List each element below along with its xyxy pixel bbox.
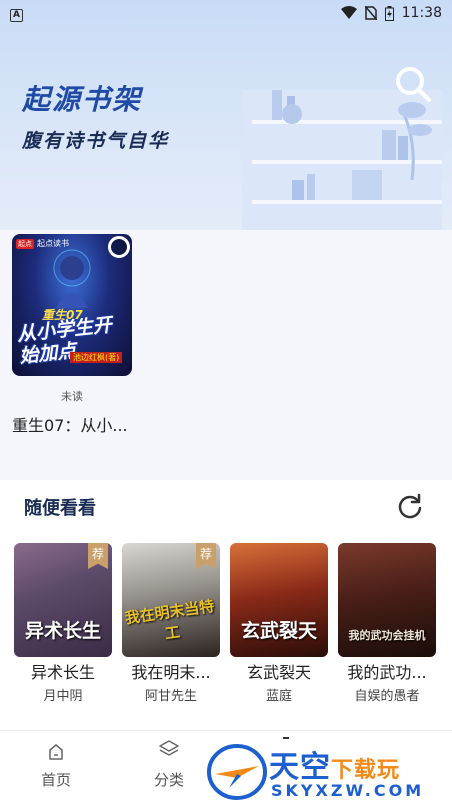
battery-icon (384, 5, 394, 21)
nav-label: 分类 (153, 771, 184, 789)
recommendation-title: 我在明末... (131, 663, 211, 682)
cover-title: 异术长生 (24, 620, 101, 642)
refresh-button[interactable] (396, 492, 424, 520)
watermark-logo: 天空下载玩 SKYXZW.COM (207, 738, 452, 803)
recommendation-cover: 荐 我在明末当特工 (122, 543, 220, 657)
no-sim-icon (364, 6, 377, 20)
recommendation-item[interactable]: 荐 异术长生 异术长生 月中阴 (14, 543, 112, 704)
cover-character-art (53, 249, 91, 308)
watermark-text: 天空下载玩 (269, 750, 401, 785)
cover-title: 我的武功会挂机 (348, 629, 426, 642)
recommendation-title: 异术长生 (30, 663, 95, 682)
recommendation-cover: 荐 异术长生 (14, 543, 112, 657)
app-title: 起源书架 (22, 83, 143, 116)
nav-item-home[interactable]: 首页 (26, 743, 86, 790)
recommendation-cover: 玄武裂天 (230, 543, 328, 657)
notification-icon: A (10, 8, 23, 22)
layers-icon (159, 740, 179, 756)
recommendation-author: 月中阴 (43, 689, 83, 704)
section-title: 随便看看 (24, 498, 96, 519)
refresh-icon (398, 493, 422, 519)
cover-title: 玄武裂天 (240, 620, 317, 642)
recommendation-list: 荐 异术长生 异术长生 月中阴 荐 我在明末当特工 我在明末... 阿甘先生 玄… (14, 543, 444, 704)
app-slogan: 腹有诗书气自华 (22, 130, 170, 152)
recommendation-author: 阿甘先生 (144, 689, 197, 704)
bookshelf: 起点 起点读书 重生07 从小学生开始加点 池边红枫(著) 未读 重生07：从小.… (0, 230, 452, 460)
clock: 11:38 (401, 5, 442, 21)
recommendation-item[interactable]: 荐 我在明末当特工 我在明末... 阿甘先生 (122, 543, 220, 704)
search-button[interactable] (393, 64, 433, 104)
status-bar: A 11:38 (0, 0, 452, 26)
book-title: 重生07：从小... (12, 416, 128, 435)
nav-label: 首页 (40, 771, 71, 789)
airplane-logo-icon (207, 744, 267, 800)
recommend-badge: 荐 (88, 543, 108, 569)
wifi-icon (340, 6, 357, 19)
recommendation-author: 自娱的愚者 (354, 689, 420, 704)
book-cover: 起点 起点读书 重生07 从小学生开始加点 池边红枫(著) (12, 234, 132, 376)
shelf-book-card[interactable]: 起点 起点读书 重生07 从小学生开始加点 池边红枫(著) 未读 重生07：从小.… (12, 234, 132, 436)
recommend-badge: 荐 (196, 543, 216, 569)
random-section: 随便看看 荐 异术长生 异术长生 月中阴 荐 我在明末当特工 我在明末... 阿… (0, 480, 452, 730)
cover-title: 我在明末当特工 (123, 596, 216, 643)
nav-item-category[interactable]: 分类 (139, 739, 199, 790)
recommendation-item[interactable]: 我的武功会挂机 我的武功... 自娱的愚者 (338, 543, 436, 704)
recommendation-item[interactable]: 玄武裂天 玄武裂天 蓝庭 (230, 543, 328, 704)
recommendation-title: 我的武功... (347, 663, 427, 682)
search-icon (396, 67, 431, 102)
watermark-url: SKYXZW.COM (271, 781, 425, 800)
recommendation-cover: 我的武功会挂机 (338, 543, 436, 657)
home-icon (49, 744, 63, 760)
read-status: 未读 (61, 390, 83, 403)
select-checkbox[interactable] (108, 236, 130, 258)
recommendation-author: 蓝庭 (265, 689, 292, 704)
recommendation-title: 玄武裂天 (246, 663, 311, 682)
header: 起源书架 腹有诗书气自华 (0, 0, 452, 230)
cover-author: 池边红枫(著) (70, 352, 123, 363)
